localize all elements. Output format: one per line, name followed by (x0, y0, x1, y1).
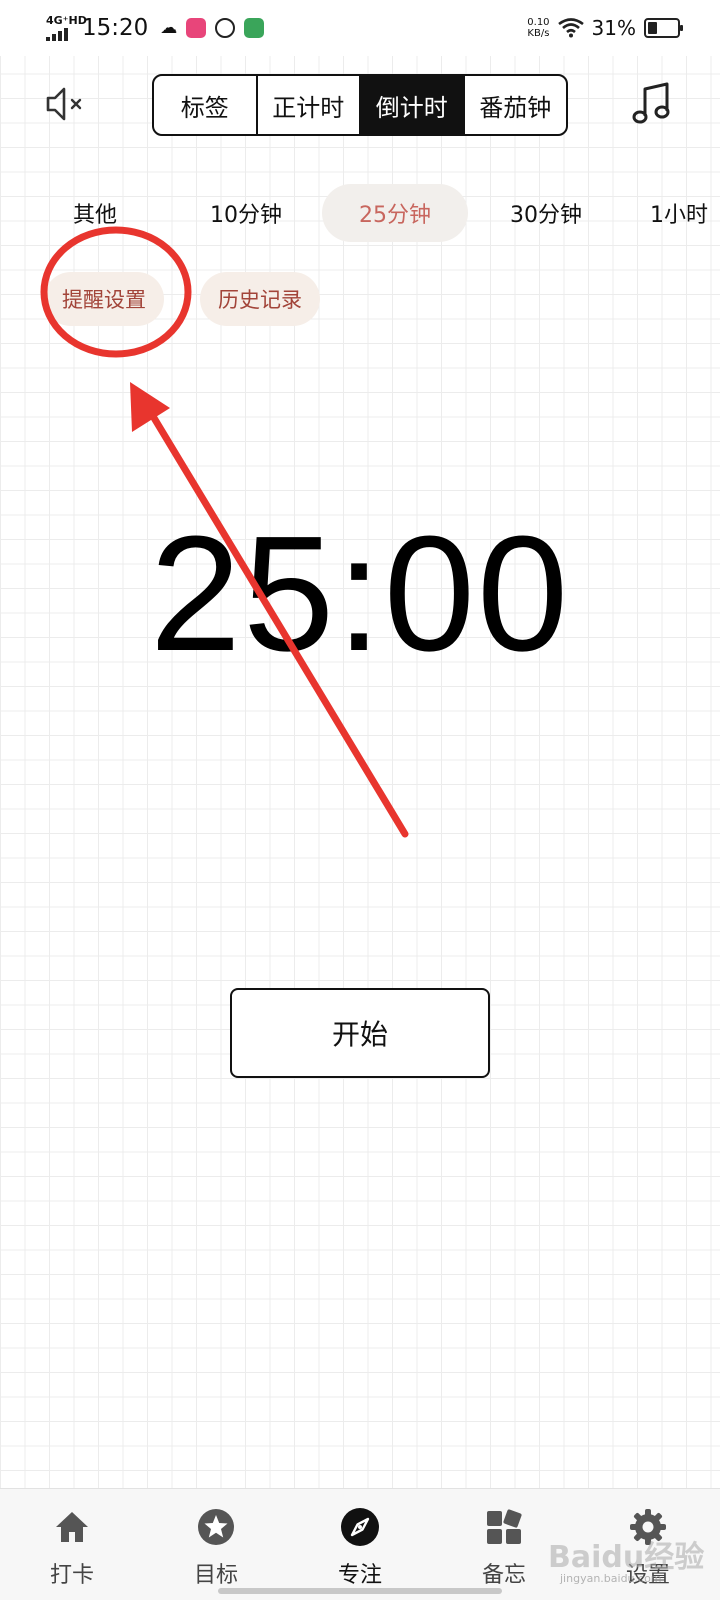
status-time: 15:20 (82, 15, 149, 41)
preset-30-min[interactable]: 30分钟 (484, 184, 608, 242)
cloud-icon: ☁ (160, 18, 178, 38)
nav-label: 专注 (337, 1563, 382, 1588)
network-speed-unit: KB/s (527, 28, 550, 39)
battery-icon (644, 18, 683, 38)
nav-goals[interactable]: 目标 (144, 1489, 288, 1600)
annotation-arrow-head (130, 382, 170, 432)
wifi-icon (557, 18, 584, 38)
music-note-icon[interactable] (630, 80, 674, 128)
nav-checkin[interactable]: 打卡 (0, 1489, 144, 1600)
battery-percent: 31% (591, 16, 636, 40)
start-button[interactable]: 开始 (230, 988, 490, 1078)
history-button[interactable]: 历史记录 (200, 272, 320, 326)
cellular-signal: 4G⁺HD (46, 15, 87, 41)
home-icon (56, 1512, 88, 1542)
battery-fill (648, 22, 657, 34)
tab-countdown[interactable]: 倒计时 (361, 76, 465, 134)
nav-focus[interactable]: 专注 (288, 1489, 432, 1600)
preset-other[interactable]: 其他 (50, 184, 140, 242)
tab-label[interactable]: 标签 (154, 76, 258, 134)
sync-notification-icon (215, 18, 236, 38)
status-bar: 4G⁺HD 15:20 ☁ 0.10 KB/s 31% (0, 0, 720, 56)
reminder-settings-button[interactable]: 提醒设置 (44, 272, 164, 326)
preset-1-hour[interactable]: 1小时 (650, 184, 720, 242)
star-icon (198, 1509, 234, 1545)
speaker-mute-icon[interactable] (44, 84, 88, 124)
compass-icon (341, 1508, 379, 1546)
network-speed-value: 0.10 (527, 17, 550, 28)
preset-10-min[interactable]: 10分钟 (186, 184, 306, 242)
mode-segmented-control: 标签 正计时 倒计时 番茄钟 (152, 74, 568, 136)
tab-pomodoro[interactable]: 番茄钟 (465, 76, 567, 134)
baidu-watermark-url: jingyan.baidu.com (560, 1572, 662, 1585)
nav-label: 目标 (193, 1563, 238, 1588)
nav-label: 打卡 (49, 1563, 94, 1588)
app-notification-icon-2 (244, 18, 265, 38)
baidu-watermark: Baidu经验 (548, 1540, 705, 1575)
timer-display: 25:00 (149, 502, 571, 685)
tab-count-up[interactable]: 正计时 (258, 76, 361, 134)
network-type: 4G⁺HD (46, 14, 87, 27)
home-indicator (218, 1588, 502, 1594)
network-speed: 0.10 KB/s (527, 17, 549, 39)
nav-label: 备忘 (481, 1563, 526, 1588)
preset-25-min[interactable]: 25分钟 (322, 184, 468, 242)
widgets-icon (487, 1509, 522, 1544)
duration-presets: 其他 10分钟 25分钟 30分钟 1小时 (0, 184, 720, 242)
app-notification-icon (186, 18, 207, 38)
signal-bars-icon (46, 28, 68, 41)
